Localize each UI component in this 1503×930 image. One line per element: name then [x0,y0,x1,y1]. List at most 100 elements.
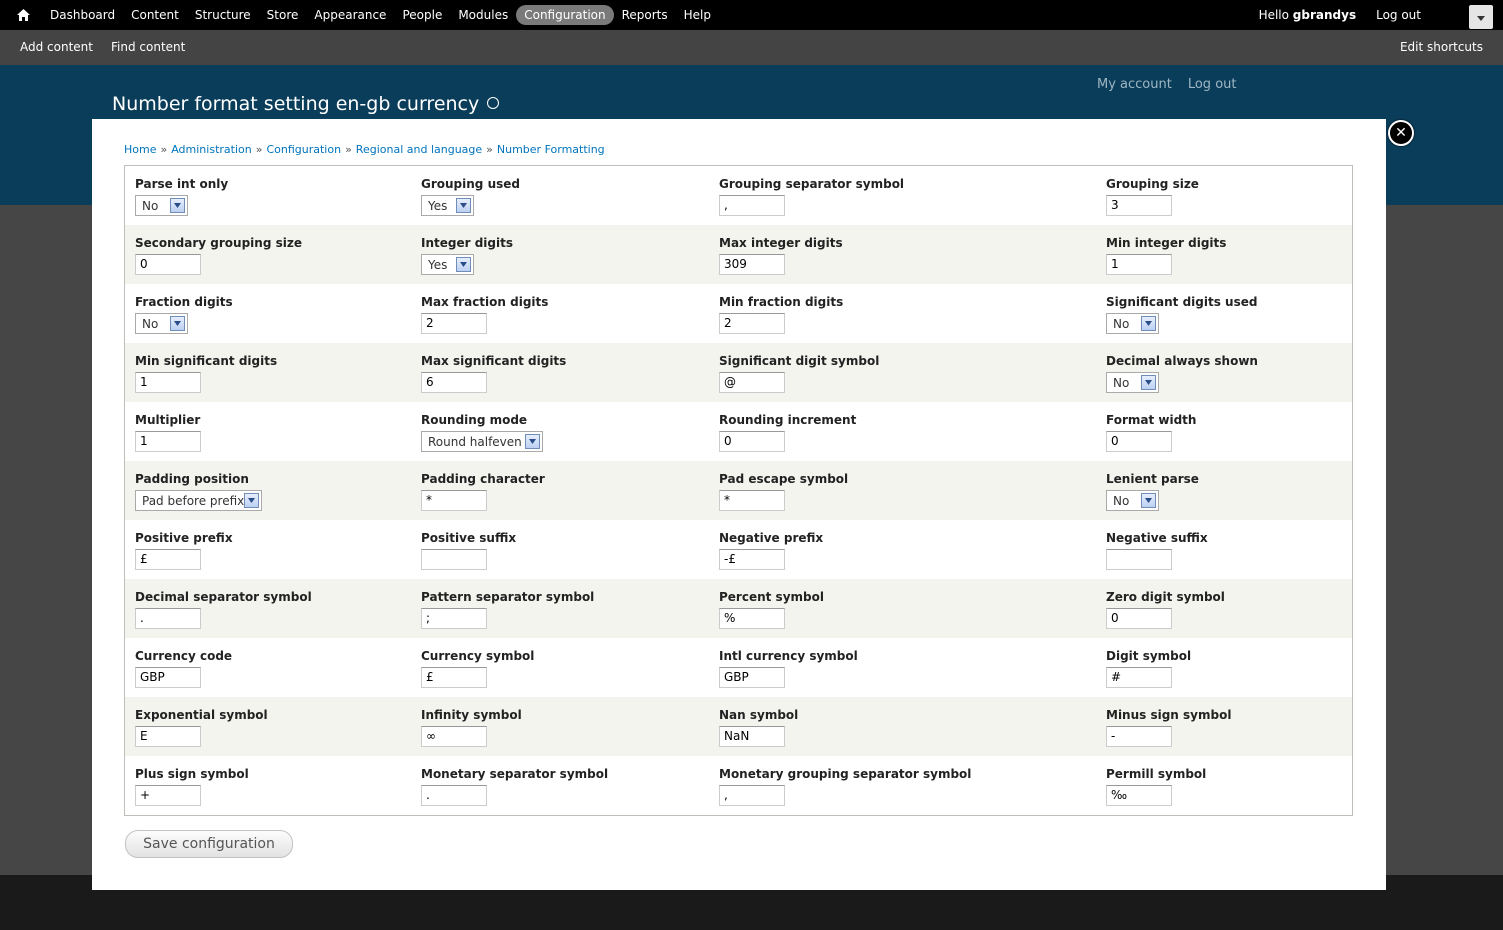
zero-digit-symbol-label: Zero digit symbol [1106,590,1225,604]
breadcrumb-configuration[interactable]: Configuration [266,143,341,156]
parse-int-only-select-value: No [142,198,159,213]
percent-symbol-input[interactable]: % [719,608,785,629]
overlay-dialog: ✕ Home» Administration» Configuration» Regi… [92,119,1414,890]
significant-digits-used-select[interactable]: No [1106,313,1159,334]
min-fraction-digits-label: Min fraction digits [719,295,844,309]
secondary-grouping-size-input[interactable]: 0 [135,254,201,275]
negative-suffix-input[interactable] [1106,549,1172,570]
pattern-separator-symbol-input[interactable]: ; [421,608,487,629]
shortcut-find-content[interactable]: Find content [111,40,185,54]
min-fraction-digits-input[interactable]: 2 [719,313,785,334]
toolbar-item-structure[interactable]: Structure [187,5,259,25]
my-account-link[interactable]: My account [1097,77,1172,92]
breadcrumb-administration[interactable]: Administration [171,143,252,156]
toolbar-item-modules[interactable]: Modules [450,5,516,25]
max-significant-digits-input[interactable]: 6 [421,372,487,393]
close-icon[interactable]: ✕ [1388,120,1414,146]
breadcrumb-number-formatting[interactable]: Number Formatting [497,143,605,156]
grouping-used-select[interactable]: Yes [421,195,474,216]
max-fraction-digits-input[interactable]: 2 [421,313,487,334]
dropdown-arrow-icon [456,257,471,272]
grouping-separator-symbol-input[interactable]: , [719,195,785,216]
decimal-separator-symbol-input[interactable]: . [135,608,201,629]
grouping-size-input[interactable]: 3 [1106,195,1172,216]
max-integer-digits-input[interactable]: 309 [719,254,785,275]
min-significant-digits-input[interactable]: 1 [135,372,201,393]
currency-code-input[interactable]: GBP [135,667,201,688]
exponential-symbol-input[interactable]: E [135,726,201,747]
toolbar-item-configuration[interactable]: Configuration [516,5,614,25]
page-logout-link[interactable]: Log out [1188,77,1237,92]
greeting: Hello gbrandys [1259,8,1357,22]
currency-symbol-label: Currency symbol [421,649,535,663]
nan-symbol-input[interactable]: NaN [719,726,785,747]
username[interactable]: gbrandys [1293,8,1356,22]
save-configuration-button[interactable]: Save configuration [125,830,293,858]
currency-symbol-input[interactable]: £ [421,667,487,688]
rounding-increment-input[interactable]: 0 [719,431,785,452]
add-shortcut-icon[interactable] [487,96,500,109]
fraction-digits-label: Fraction digits [135,295,233,309]
home-icon[interactable] [12,5,34,25]
plus-sign-symbol-input[interactable]: + [135,785,201,806]
fraction-digits-select[interactable]: No [135,313,188,334]
parse-int-only-select[interactable]: No [135,195,188,216]
breadcrumb-home[interactable]: Home [124,143,156,156]
toolbar-item-help[interactable]: Help [676,5,719,25]
integer-digits-select-value: Yes [428,257,448,272]
toolbar-item-dashboard[interactable]: Dashboard [42,5,123,25]
shortcut-add-content[interactable]: Add content [20,40,93,54]
form-row: Decimal separator symbol. Pattern separat… [125,579,1352,638]
rounding-mode-select[interactable]: Round halfeven [421,431,543,452]
secondary-grouping-size-label: Secondary grouping size [135,236,302,250]
zero-digit-symbol-input[interactable]: 0 [1106,608,1172,629]
toolbar-logout-link[interactable]: Log out [1376,8,1421,22]
multiplier-input[interactable]: 1 [135,431,201,452]
positive-suffix-input[interactable] [421,549,487,570]
grouping-used-label: Grouping used [421,177,520,191]
minus-sign-symbol-input[interactable]: - [1106,726,1172,747]
min-significant-digits-label: Min significant digits [135,354,278,368]
edit-shortcuts-link[interactable]: Edit shortcuts [1400,40,1483,54]
permill-symbol-input[interactable]: ‰ [1106,785,1172,806]
user-area: Hello gbrandys Log out [1259,0,1421,30]
page-title: Number format setting en-gb currency [112,93,500,115]
dropdown-arrow-icon [1141,375,1156,390]
format-width-input[interactable]: 0 [1106,431,1172,452]
monetary-separator-symbol-input[interactable]: . [421,785,487,806]
negative-prefix-input[interactable]: -£ [719,549,785,570]
lenient-parse-select[interactable]: No [1106,490,1159,511]
monetary-grouping-separator-symbol-input[interactable]: , [719,785,785,806]
toolbar-item-content[interactable]: Content [123,5,187,25]
significant-digits-used-select-value: No [1113,316,1130,331]
pad-escape-symbol-input[interactable]: * [719,490,785,511]
grouping-separator-symbol-label: Grouping separator symbol [719,177,905,191]
toolbar-item-store[interactable]: Store [259,5,307,25]
padding-position-select[interactable]: Pad before prefix [135,490,262,511]
breadcrumb-regional[interactable]: Regional and language [356,143,482,156]
positive-prefix-input[interactable]: £ [135,549,201,570]
intl-currency-symbol-input[interactable]: GBP [719,667,785,688]
decimal-always-shown-select[interactable]: No [1106,372,1159,393]
form-row: Multiplier 1 Rounding mode Round halfeven Ro… [125,402,1352,461]
decimal-always-shown-label: Decimal always shown [1106,354,1258,368]
rounding-mode-select-value: Round halfeven [428,434,522,449]
integer-digits-select[interactable]: Yes [421,254,474,275]
toolbar-item-appearance[interactable]: Appearance [306,5,394,25]
toolbar-menu: Dashboard Content Structure Store Appear… [42,0,719,30]
greeting-prefix: Hello [1258,8,1293,22]
positive-suffix-label: Positive suffix [421,531,517,545]
toolbar-item-people[interactable]: People [394,5,450,25]
fraction-digits-select-value: No [142,316,159,331]
padding-character-input[interactable]: * [421,490,487,511]
dropdown-arrow-icon [1141,493,1156,508]
secondary-menu: My account Log out [1097,77,1237,92]
infinity-symbol-input[interactable]: ∞ [421,726,487,747]
significant-digit-symbol-input[interactable]: @ [719,372,785,393]
padding-position-select-value: Pad before prefix [142,493,245,508]
exponential-symbol-label: Exponential symbol [135,708,268,722]
shortcuts-drawer-toggle[interactable] [1469,5,1493,29]
digit-symbol-input[interactable]: # [1106,667,1172,688]
toolbar-item-reports[interactable]: Reports [614,5,676,25]
min-integer-digits-input[interactable]: 1 [1106,254,1172,275]
